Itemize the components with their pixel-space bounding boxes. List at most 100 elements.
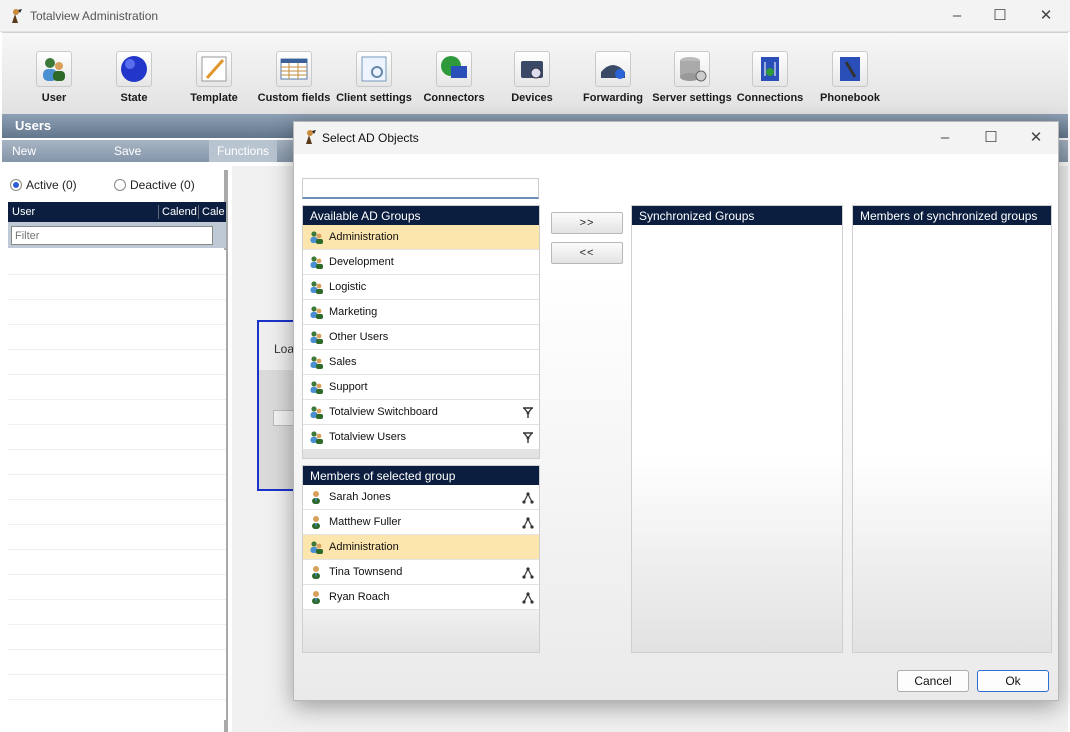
toolbar-client-settings-button[interactable]: Client settings [334, 49, 414, 104]
available-group-item[interactable]: Development [303, 250, 539, 275]
toolbar-connections-button[interactable]: Connections [730, 49, 810, 104]
available-group-item[interactable]: Other Users [303, 325, 539, 350]
forwarding-icon [595, 51, 631, 87]
list-item-label: Matthew Fuller [329, 516, 402, 528]
user-icon [309, 590, 324, 605]
hierarchy-icon[interactable] [522, 592, 534, 604]
add-to-sync-button[interactable]: >> [551, 212, 623, 234]
select-ad-objects-dialog: Select AD Objects – ☐ ✕ Available AD Gro… [293, 121, 1059, 701]
group-member-item[interactable]: Administration [303, 535, 539, 560]
hierarchy-icon[interactable] [522, 517, 534, 529]
dialog-maximize-button[interactable]: ☐ [980, 128, 1002, 148]
active-filter-label: Active (0) [26, 178, 77, 192]
radio-unselected-icon [114, 179, 126, 191]
synchronized-groups-header: Synchronized Groups [632, 206, 842, 225]
list-item-label: Other Users [329, 331, 389, 343]
phonebook-icon [832, 51, 868, 87]
group-member-item[interactable]: Ryan Roach [303, 585, 539, 610]
toolbar-server-settings-button[interactable]: Server settings [652, 49, 732, 104]
list-item-label: Development [329, 256, 394, 268]
user-icon [36, 51, 72, 87]
nested-group-icon[interactable] [522, 432, 534, 444]
user-filter-input[interactable] [11, 226, 213, 245]
minimize-button[interactable]: – [946, 6, 968, 26]
list-item-label: Ryan Roach [329, 591, 390, 603]
list-item-label: Sarah Jones [329, 491, 391, 503]
column-header-user[interactable]: User [12, 206, 35, 218]
available-group-item[interactable]: Sales [303, 350, 539, 375]
toolbar-phonebook-label: Phonebook [820, 92, 880, 104]
nested-group-icon[interactable] [522, 407, 534, 419]
users-list-panel: Active (0) Deactive (0) User Calend Cale [2, 170, 228, 732]
list-item-label: Totalview Switchboard [329, 406, 438, 418]
toolbar-user-label: User [41, 92, 67, 104]
group-icon [309, 230, 324, 245]
group-icon [309, 255, 324, 270]
section-title: Users [15, 118, 52, 133]
toolbar-connections-label: Connections [736, 92, 804, 104]
group-members-panel: Members of selected group Sarah Jones Mat… [302, 465, 540, 653]
group-member-item[interactable]: Tina Townsend [303, 560, 539, 585]
toolbar-custom-fields-button[interactable]: Custom fields [254, 49, 334, 104]
group-member-item[interactable]: Matthew Fuller [303, 510, 539, 535]
toolbar-forwarding-button[interactable]: Forwarding [573, 49, 653, 104]
deactive-filter-radio[interactable]: Deactive (0) [114, 178, 195, 192]
user-icon [309, 565, 324, 580]
dialog-minimize-button[interactable]: – [934, 128, 956, 148]
available-group-item[interactable]: Totalview Switchboard [303, 400, 539, 425]
list-item-label: Administration [329, 231, 399, 243]
toolbar-custom-fields-label: Custom fields [257, 92, 331, 104]
save-menu-item[interactable]: Save [114, 144, 141, 158]
custom-fields-icon [276, 51, 312, 87]
new-menu-item[interactable]: New [12, 144, 36, 158]
available-groups-panel: Available AD Groups Administration Develo… [302, 205, 540, 459]
available-group-item[interactable]: Totalview Users [303, 425, 539, 450]
toolbar-devices-button[interactable]: Devices [492, 49, 572, 104]
template-icon [196, 51, 232, 87]
users-grid-header: User Calend Cale [8, 202, 226, 222]
toolbar-phonebook-button[interactable]: Phonebook [810, 49, 890, 104]
toolbar-server-settings-label: Server settings [652, 92, 732, 104]
available-group-item[interactable]: Marketing [303, 300, 539, 325]
group-icon [309, 280, 324, 295]
synchronized-groups-panel: Synchronized Groups [631, 205, 843, 653]
column-separator[interactable] [198, 205, 199, 219]
available-group-item[interactable]: Administration [303, 225, 539, 250]
list-item-label: Logistic [329, 281, 367, 293]
ad-search-input[interactable] [302, 178, 539, 199]
active-filter-radio[interactable]: Active (0) [10, 178, 77, 192]
available-group-item[interactable]: Support [303, 375, 539, 400]
functions-menu-item[interactable]: Functions [209, 140, 278, 162]
column-header-calendar[interactable]: Calend [162, 206, 197, 218]
close-button[interactable]: ✕ [1035, 6, 1057, 26]
toolbar-connectors-button[interactable]: Connectors [414, 49, 494, 104]
devices-icon [514, 51, 550, 87]
connectors-icon [436, 51, 472, 87]
toolbar-user-button[interactable]: User [14, 49, 94, 104]
list-item-label: Support [329, 381, 368, 393]
list-item-label: Tina Townsend [329, 566, 403, 578]
remove-from-sync-button[interactable]: << [551, 242, 623, 264]
column-separator[interactable] [158, 205, 159, 219]
group-member-item[interactable]: Sarah Jones [303, 485, 539, 510]
toolbar-client-settings-label: Client settings [336, 92, 412, 104]
server-settings-icon [674, 51, 710, 87]
hierarchy-icon[interactable] [522, 492, 534, 504]
cancel-button[interactable]: Cancel [897, 670, 969, 692]
maximize-button[interactable]: ☐ [989, 6, 1011, 26]
column-header-calendar-2[interactable]: Cale [202, 206, 225, 218]
toolbar-connectors-label: Connectors [423, 92, 485, 104]
ok-button[interactable]: Ok [977, 670, 1049, 692]
toolbar-state-button[interactable]: State [94, 49, 174, 104]
app-logo-icon [12, 9, 22, 23]
app-logo-icon [306, 130, 316, 144]
list-item-label: Totalview Users [329, 431, 407, 443]
hierarchy-icon[interactable] [522, 567, 534, 579]
main-title-bar: Totalview Administration – ☐ ✕ [0, 0, 1070, 32]
dialog-close-button[interactable]: ✕ [1025, 128, 1047, 148]
dialog-title-bar: Select AD Objects – ☐ ✕ [294, 122, 1058, 154]
radio-selected-icon [10, 179, 22, 191]
user-icon [309, 490, 324, 505]
available-group-item[interactable]: Logistic [303, 275, 539, 300]
toolbar-template-button[interactable]: Template [174, 49, 254, 104]
